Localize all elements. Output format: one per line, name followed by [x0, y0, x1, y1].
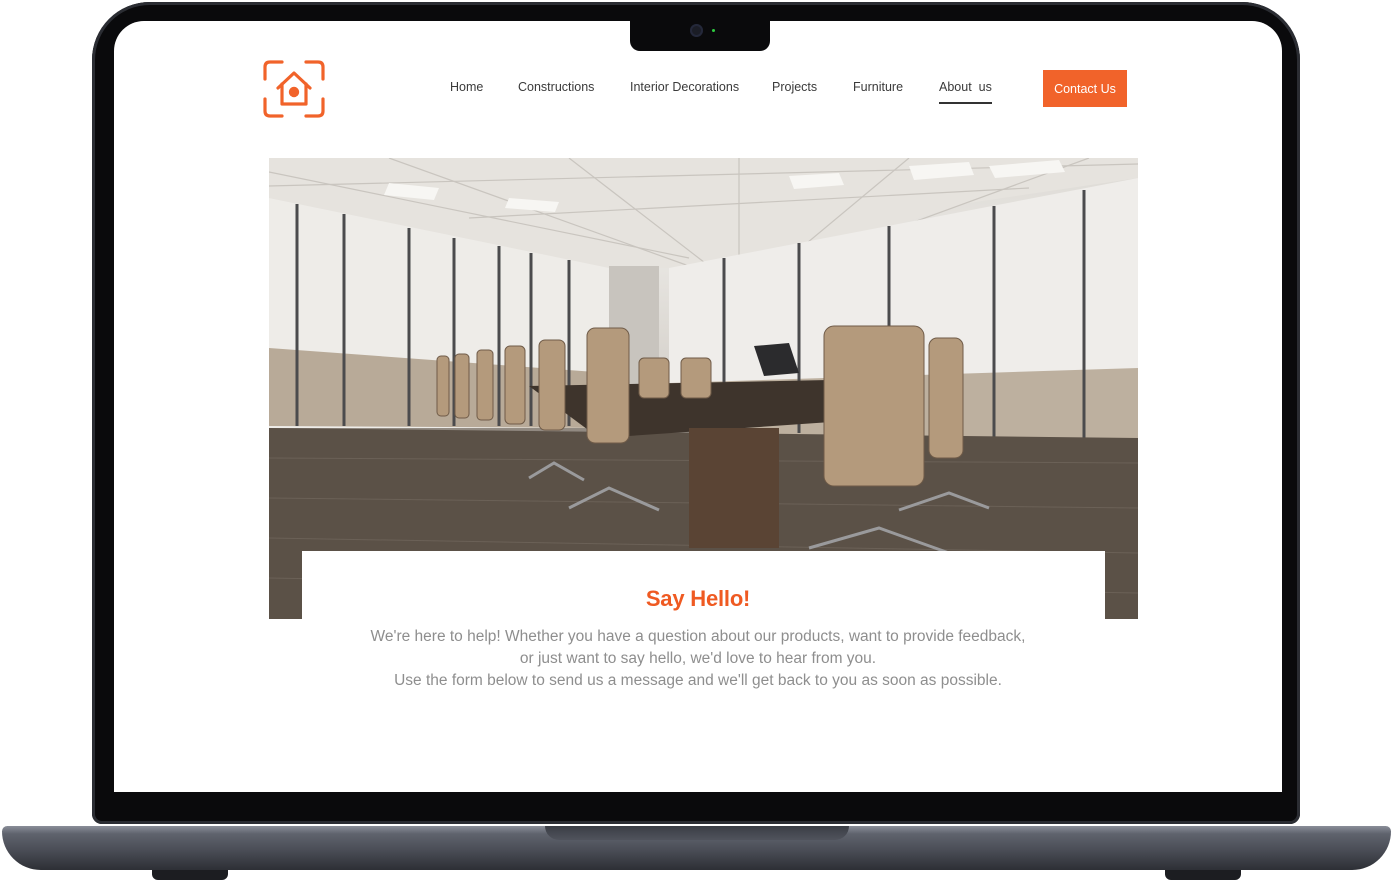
- conference-room-photo: [269, 158, 1138, 619]
- laptop-base: [2, 826, 1391, 870]
- nav-item-about-us[interactable]: About us: [939, 80, 992, 104]
- website-screen: Home Constructions Interior Decorations …: [114, 21, 1282, 792]
- intro-line: or just want to say hello, we'd love to …: [519, 650, 877, 667]
- laptop-hinge-notch: [545, 826, 849, 840]
- nav-item-constructions[interactable]: Constructions: [518, 80, 594, 94]
- page-title: Say Hello!: [645, 586, 751, 611]
- contact-us-button[interactable]: Contact Us: [1043, 70, 1127, 107]
- home-frame-logo-icon[interactable]: [262, 59, 326, 119]
- nav-item-projects[interactable]: Projects: [772, 80, 817, 94]
- intro-text: We're here to help! Whether you have a q…: [114, 626, 1282, 692]
- camera-icon: [690, 24, 703, 37]
- laptop-foot-right: [1165, 870, 1241, 880]
- nav-item-interior-decorations[interactable]: Interior Decorations: [630, 80, 739, 94]
- nav-item-home[interactable]: Home: [450, 80, 483, 94]
- camera-led: [712, 29, 715, 32]
- intro-line: We're here to help! Whether you have a q…: [370, 628, 1026, 645]
- nav-item-furniture[interactable]: Furniture: [853, 80, 903, 94]
- camera-notch: [630, 18, 770, 51]
- laptop-foot-left: [152, 870, 228, 880]
- intro-line: Use the form below to send us a message …: [394, 672, 1002, 689]
